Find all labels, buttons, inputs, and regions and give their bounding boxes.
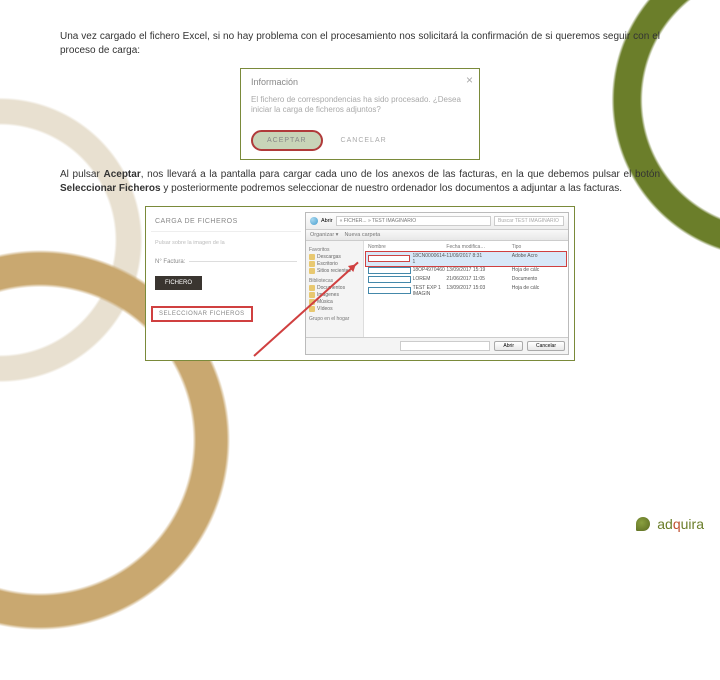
file-button[interactable]: FICHERO <box>155 276 202 290</box>
window-title: Abrir <box>321 218 333 224</box>
toolbar: Organizar ▾ Nueva carpeta <box>306 230 568 241</box>
panel-title: CARGA DE FICHEROS <box>151 212 301 232</box>
organize-menu[interactable]: Organizar ▾ <box>310 232 338 238</box>
filename-input[interactable] <box>400 341 490 351</box>
file-row[interactable]: 18CN0000614-111/09/2017 8:31Adobe Acro <box>366 252 566 266</box>
dialog-title: Información <box>251 77 469 87</box>
paragraph-2: Al pulsar Aceptar, nos llevará a la pant… <box>60 168 660 196</box>
col-date[interactable]: Fecha modifica… <box>446 244 511 250</box>
close-icon[interactable]: × <box>466 73 473 87</box>
brand-logo: adquira <box>636 516 704 532</box>
sidebar-item[interactable]: Vídeos <box>309 306 360 313</box>
sidebar-item[interactable]: Documentos <box>309 285 360 292</box>
new-folder-button[interactable]: Nueva carpeta <box>344 232 380 238</box>
sidebar-item[interactable]: Descargas <box>309 254 360 261</box>
panel-subtitle: Pulsar sobre la imagen de la <box>151 232 301 254</box>
dialog-cancel-button[interactable]: Cancelar <box>527 341 565 351</box>
open-button[interactable]: Abrir <box>494 341 523 351</box>
sidebar-group-homegroup: Grupo en el hogar <box>309 316 360 322</box>
paragraph-1: Una vez cargado el fichero Excel, si no … <box>60 30 660 58</box>
file-row[interactable]: TEST EXP 1 IMAGIN13/09/2017 15:03Hoja de… <box>366 284 566 298</box>
file-list: NombreFecha modifica…Tipo 18CN0000614-11… <box>364 241 568 337</box>
app-icon <box>310 217 318 225</box>
upload-screenshot: CARGA DE FICHEROS Pulsar sobre la imagen… <box>145 206 575 361</box>
file-row[interactable]: LOREM21/06/2017 11:05Documento <box>366 275 566 284</box>
select-files-button[interactable]: SELECCIONAR FICHEROS <box>151 306 253 322</box>
dialog-message: El fichero de correspondencias ha sido p… <box>251 95 469 116</box>
sidebar-group-favorites: Favoritos <box>309 247 360 253</box>
file-row[interactable]: 18OP497046013/09/2017 15:19Hoja de cálc <box>366 266 566 275</box>
accept-button[interactable]: ACEPTAR <box>251 130 323 151</box>
file-dialog: Abrir « FICHER... » TEST IMAGINARIO Busc… <box>305 212 569 355</box>
search-input[interactable]: Buscar TEST IMAGINARIO <box>494 216 564 226</box>
info-dialog: × Información El fichero de corresponden… <box>240 68 480 160</box>
col-name[interactable]: Nombre <box>368 244 446 250</box>
sidebar: Favoritos Descargas Escritorio Sitios re… <box>306 241 364 337</box>
invoice-label: N° Factura: <box>155 259 185 265</box>
col-type[interactable]: Tipo <box>512 244 564 250</box>
address-bar[interactable]: « FICHER... » TEST IMAGINARIO <box>336 216 491 226</box>
cancel-button[interactable]: CANCELAR <box>341 137 387 144</box>
